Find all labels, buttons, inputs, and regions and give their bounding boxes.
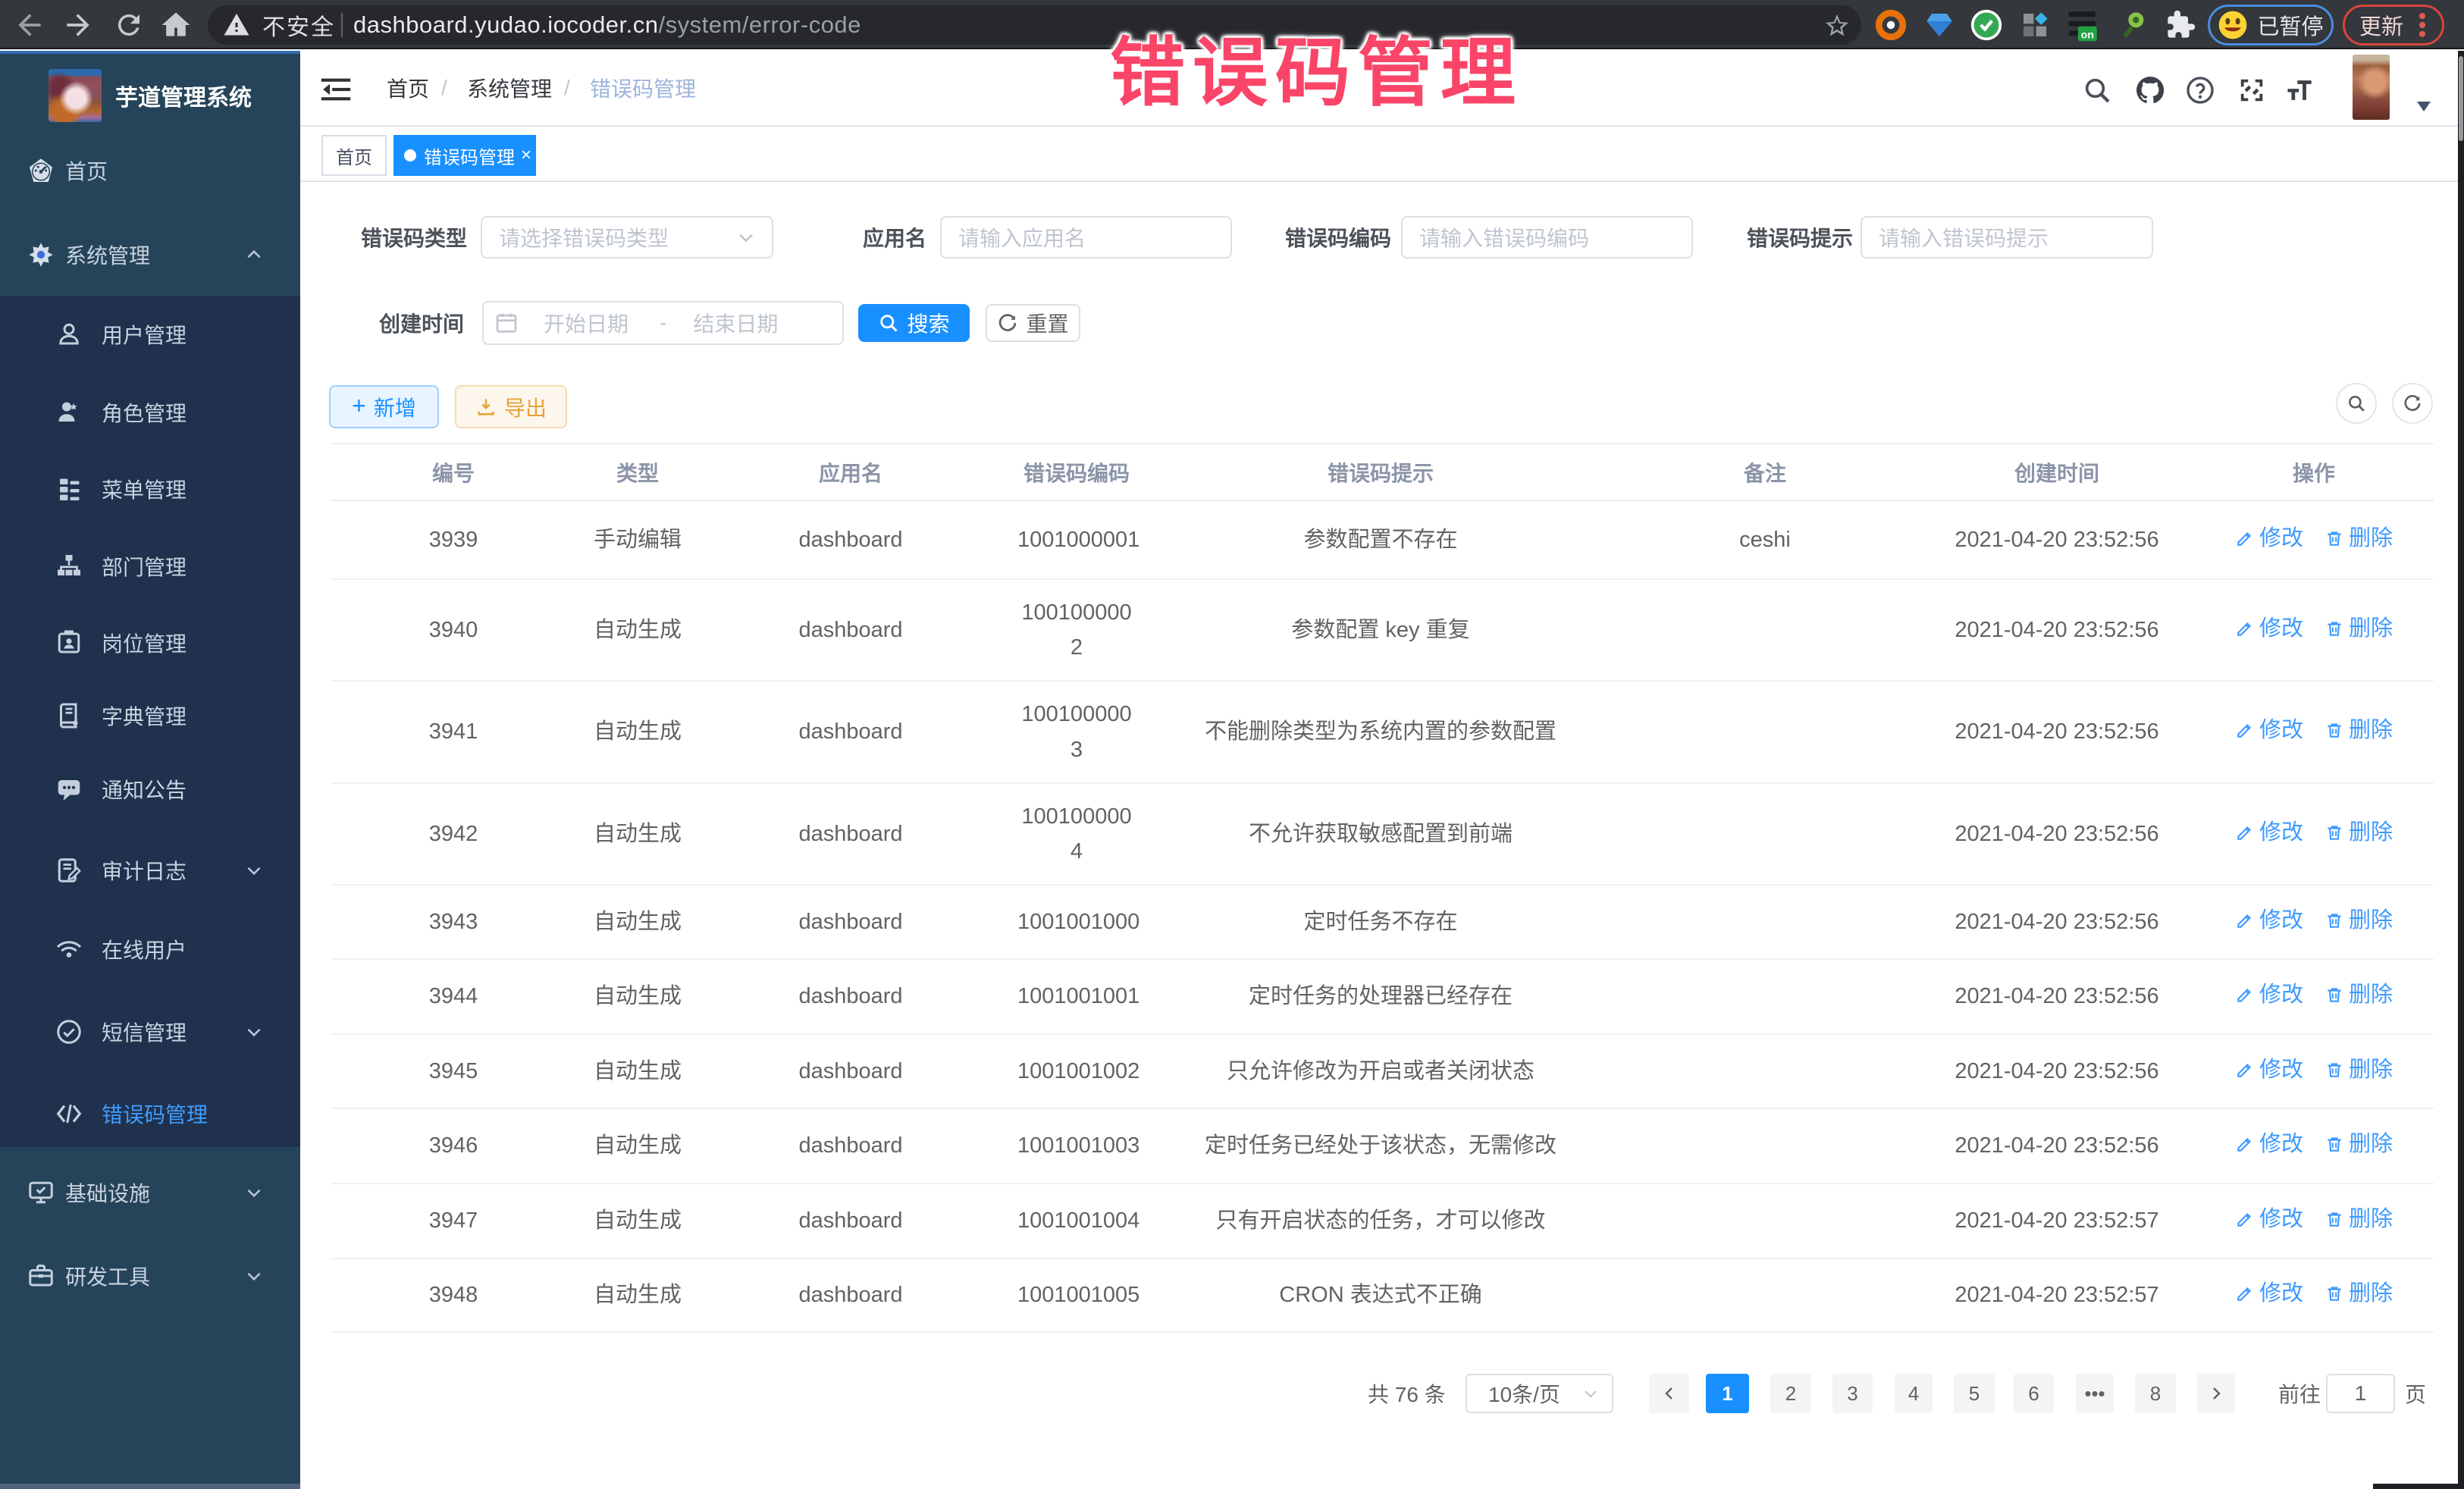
svg-text:on: on [2081,28,2094,40]
